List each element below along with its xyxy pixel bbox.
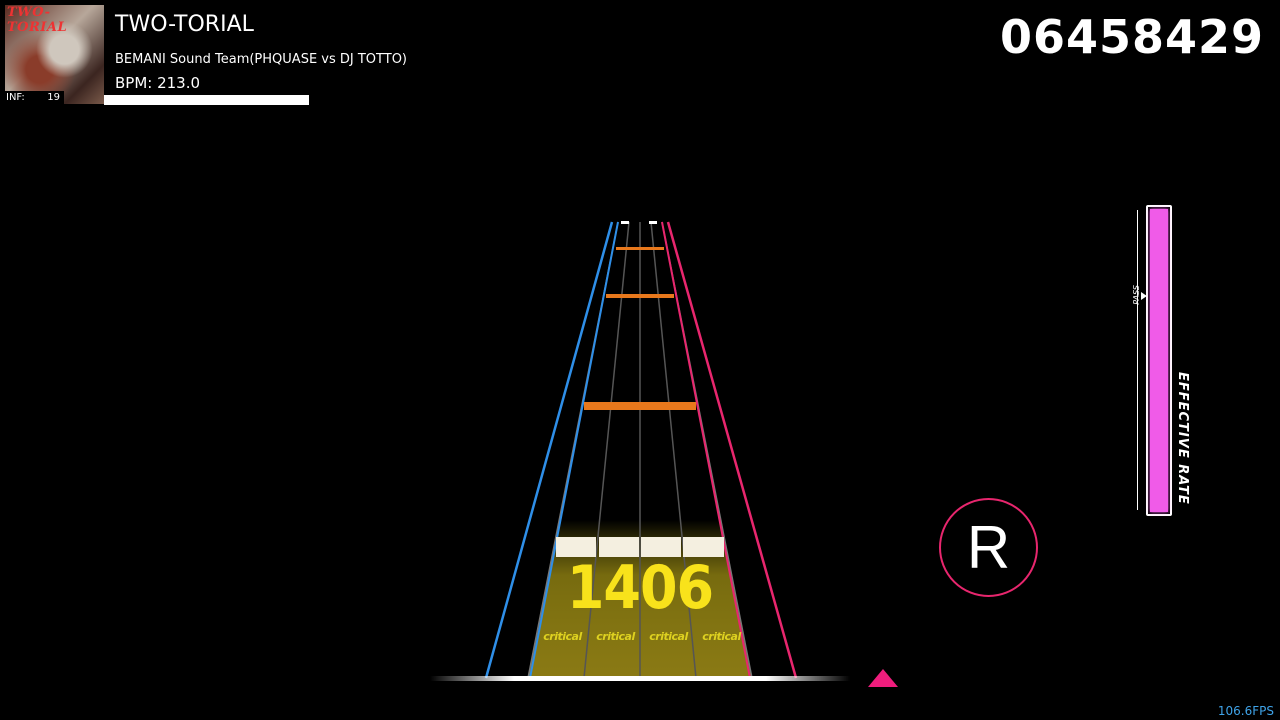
fx-note [606, 294, 674, 298]
judgement-text: critical [543, 630, 582, 643]
fx-note [616, 247, 664, 250]
gauge-side-line [1137, 210, 1139, 510]
judgement-row: critical critical critical critical [536, 630, 748, 646]
laser-cursor-right [868, 669, 898, 687]
bt-chip [621, 221, 629, 224]
bt-chip [649, 221, 657, 224]
fps-counter: 106.6FPS [1217, 704, 1274, 718]
laser-right-indicator: R [939, 498, 1038, 597]
gauge-fill [1150, 209, 1168, 512]
gauge-pass-marker [1141, 292, 1147, 300]
judgement-text: critical [649, 630, 688, 643]
gauge-pass-label: PASS [1132, 285, 1141, 305]
judgement-text: critical [596, 630, 635, 643]
gauge-label: EFFECTIVE RATE [1175, 372, 1190, 505]
judgement-text: critical [702, 630, 741, 643]
fx-note [584, 402, 696, 410]
judgement-line [430, 676, 850, 681]
combo-counter: 1406 [566, 553, 714, 623]
